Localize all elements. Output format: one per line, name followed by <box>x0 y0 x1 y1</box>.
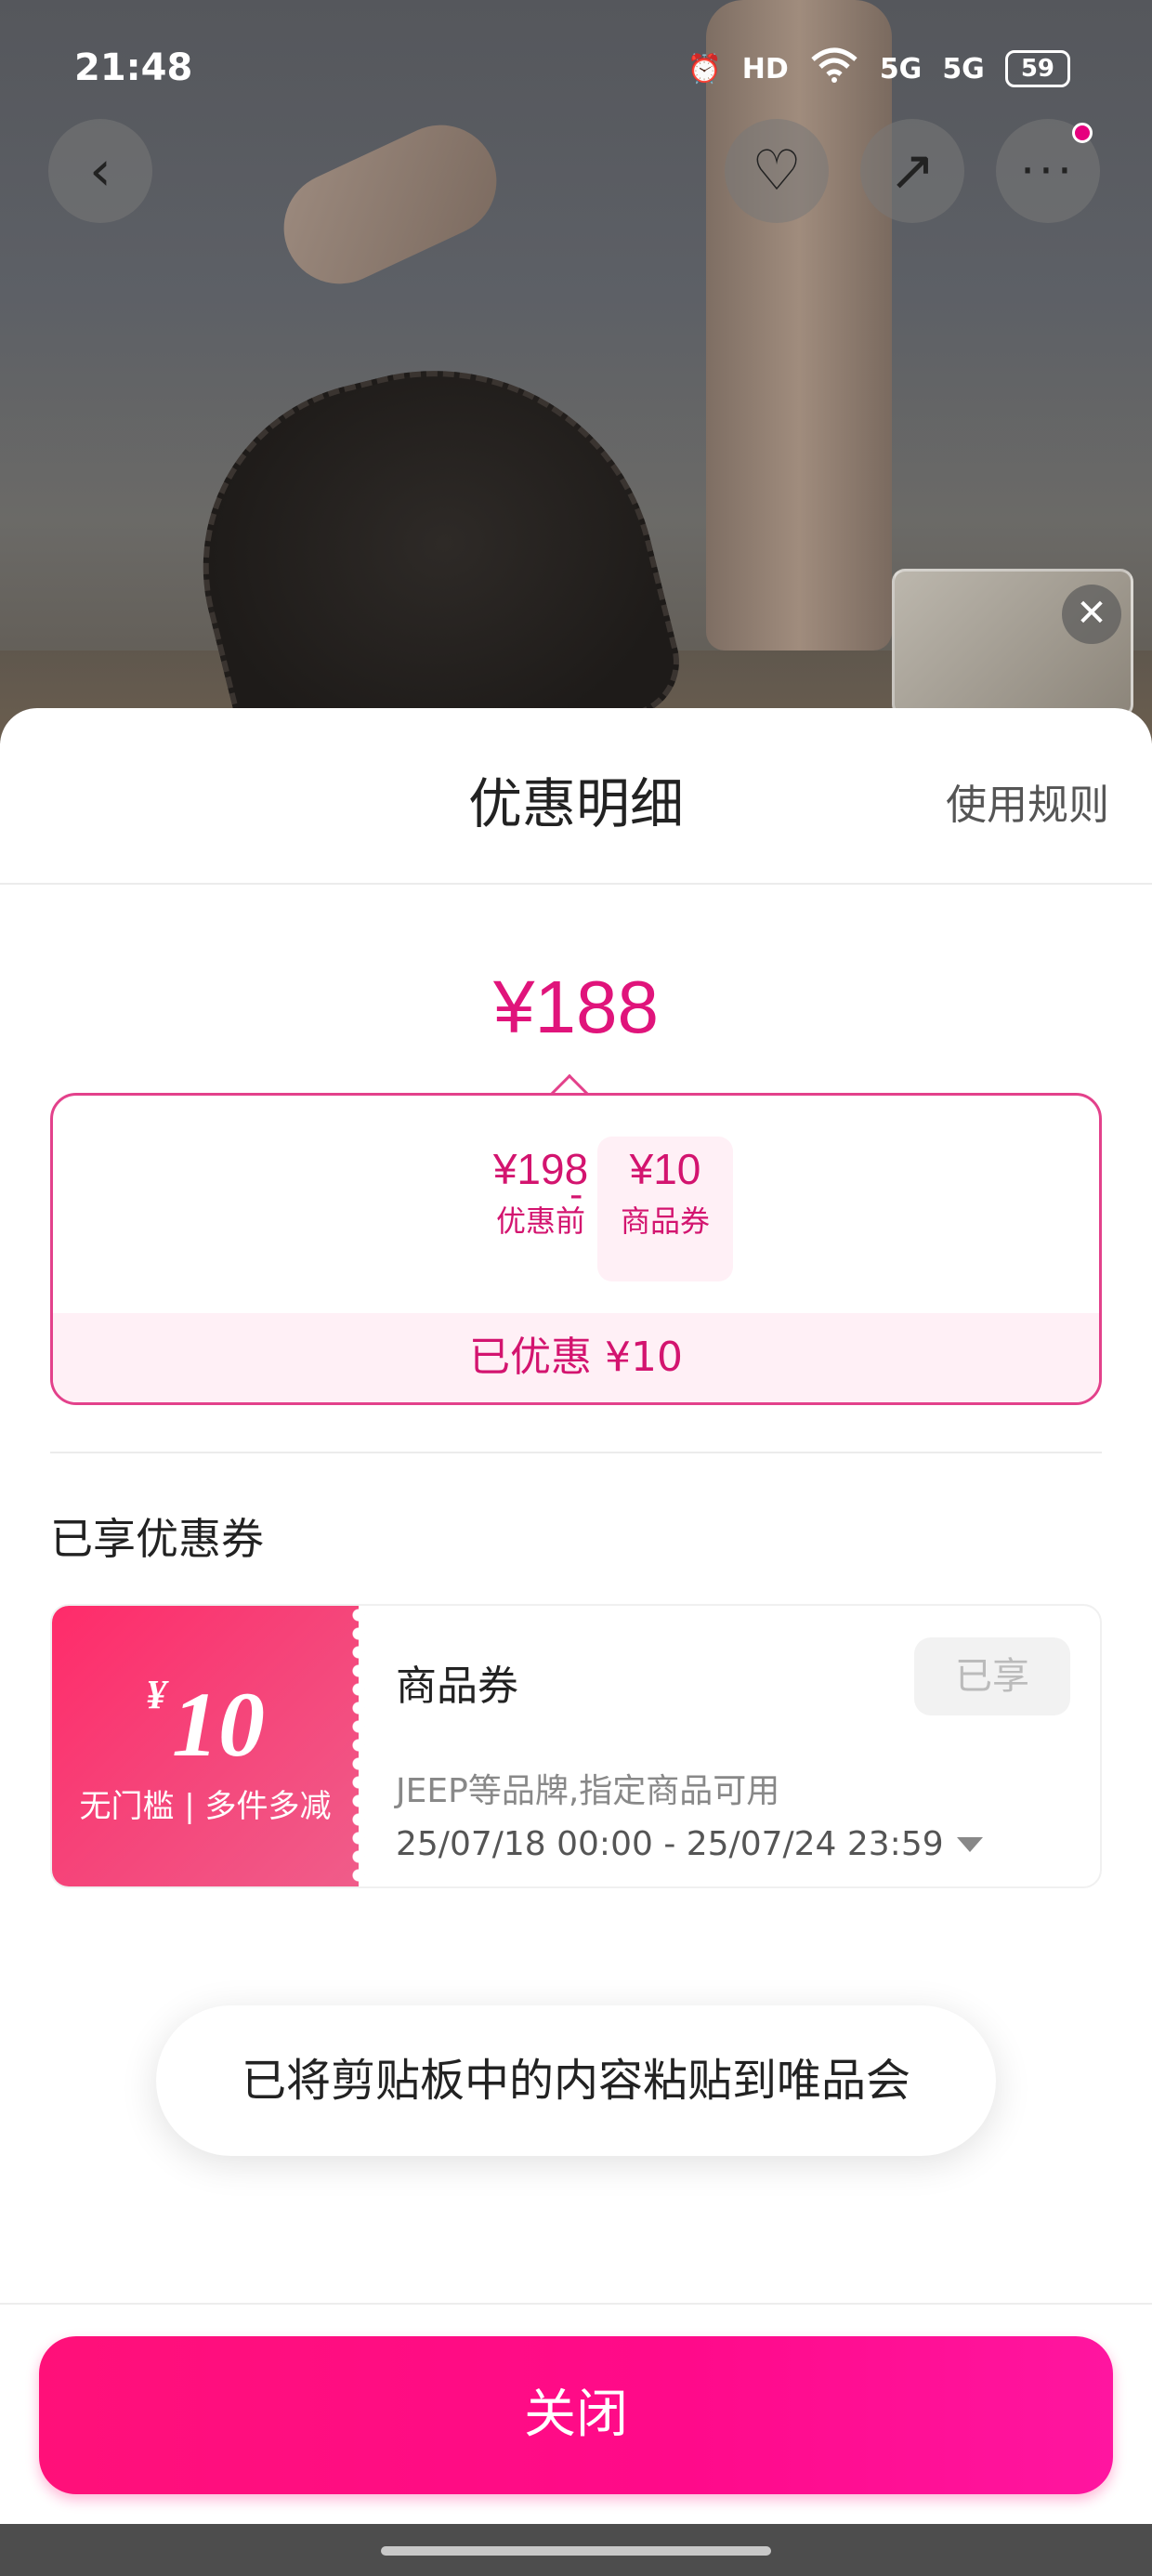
back-button[interactable]: ‹ <box>48 119 152 223</box>
battery-indicator: 59 <box>1004 50 1070 87</box>
coupon-deduction-label: 商品券 <box>620 1203 710 1239</box>
price-calculation-box: ¥198 优惠前 - ¥10 商品券 已优惠 ¥10 <box>50 1093 1102 1405</box>
final-price: ¥188 <box>493 966 659 1048</box>
minus-operator: - <box>569 1174 583 1216</box>
favorite-button[interactable]: ♡ <box>725 119 829 223</box>
coupon-name: 商品券 <box>396 1663 518 1710</box>
status-time: 21:48 <box>74 46 193 89</box>
applied-coupons-title: 已享优惠券 <box>50 1514 264 1564</box>
share-button[interactable]: ↗ <box>860 119 964 223</box>
coupon-period: 25/07/18 00:00 - 25/07/24 23:59 <box>396 1825 944 1863</box>
mini-video-window[interactable]: ✕ <box>892 569 1133 717</box>
home-handle[interactable] <box>381 2546 771 2556</box>
close-button[interactable]: 关闭 <box>39 2336 1113 2494</box>
gesture-nav-bar <box>0 2524 1152 2576</box>
coupon-validity-toggle[interactable]: 25/07/18 00:00 - 25/07/24 23:59 <box>396 1825 983 1863</box>
photo-hand <box>265 106 516 303</box>
coupon-deduction-value: ¥10 <box>629 1145 701 1193</box>
wifi-icon <box>809 46 859 91</box>
close-icon[interactable]: ✕ <box>1062 585 1121 644</box>
usage-rules-link[interactable]: 使用规则 <box>946 771 1109 831</box>
saved-amount: 已优惠 ¥10 <box>53 1313 1099 1402</box>
signal-5g-icon: 5G <box>879 52 923 85</box>
sheet-header: 优惠明细 使用规则 <box>0 708 1152 885</box>
clipboard-toast: 已将剪贴板中的内容粘贴到唯品会 <box>156 2005 996 2156</box>
alarm-icon: ⏰ <box>687 52 722 85</box>
notification-dot <box>1072 123 1093 143</box>
signal-5g-icon: 5G <box>942 52 985 85</box>
discount-detail-sheet: 优惠明细 使用规则 ¥188 ¥198 优惠前 - ¥10 商品券 已优惠 ¥1… <box>0 708 1152 2576</box>
coupon-status-badge: 已享 <box>914 1637 1070 1715</box>
chevron-down-icon <box>956 1836 983 1852</box>
back-icon: ‹ <box>89 138 111 204</box>
coupon-currency: ¥ <box>146 1672 166 1717</box>
coupon-amount-value: 10 <box>172 1673 265 1776</box>
footer-divider <box>0 2303 1152 2305</box>
more-icon: ··· <box>1020 144 1076 198</box>
share-icon: ↗ <box>888 138 936 204</box>
hd-icon: HD <box>741 52 789 85</box>
status-bar: 21:48 ⏰ HD 5G 5G 59 <box>0 0 1152 100</box>
status-icons: ⏰ HD 5G 5G 59 <box>687 46 1070 91</box>
coupon-card[interactable]: ¥10 无门槛 | 多件多减 商品券 已享 JEEP等品牌,指定商品可用 25/… <box>50 1604 1102 1888</box>
coupon-deduction: ¥10 商品券 <box>597 1137 733 1281</box>
heart-plus-icon: ♡ <box>752 138 802 204</box>
more-button[interactable]: ··· <box>996 119 1100 223</box>
coupon-value-panel: ¥10 无门槛 | 多件多减 <box>52 1606 368 1886</box>
coupon-condition: 无门槛 | 多件多减 <box>79 1788 332 1825</box>
divider <box>50 1452 1102 1453</box>
photo-shoe <box>164 323 691 743</box>
coupon-amount: ¥10 <box>52 1671 359 1778</box>
coupon-perforation <box>349 1606 368 1886</box>
coupon-scope: JEEP等品牌,指定商品可用 <box>396 1772 780 1810</box>
